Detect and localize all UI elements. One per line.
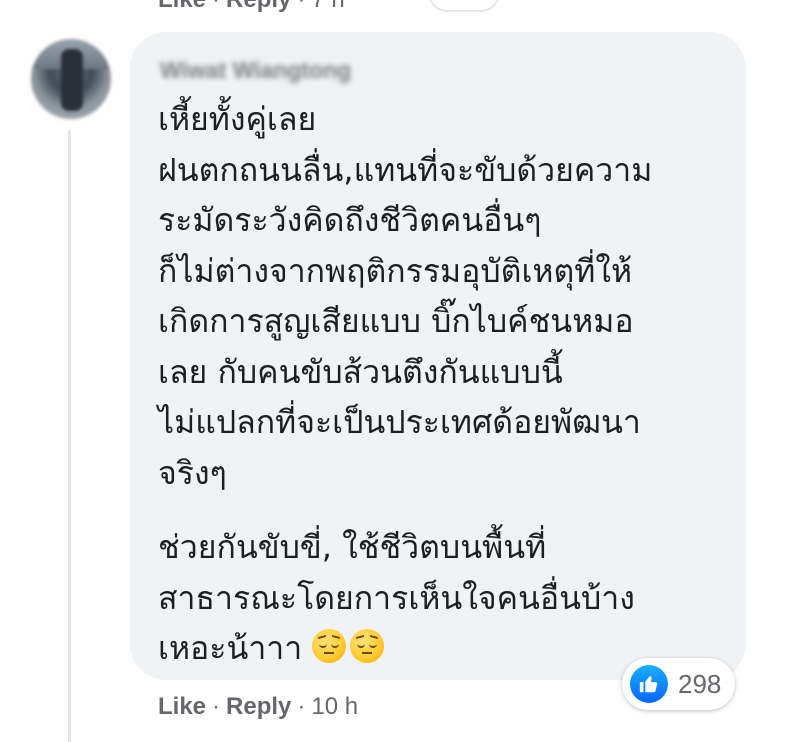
avatar[interactable]: [31, 39, 111, 119]
thumbs-up-icon: [639, 676, 658, 693]
comment-line: ก็ไม่ต่างจากพฤติกรรมอุบัติเหตุที่ให้: [158, 251, 633, 290]
comment-line: จริงๆ: [158, 453, 227, 492]
like-link[interactable]: Like: [158, 0, 206, 13]
pensive-face-icon: [312, 629, 347, 663]
thread-line: [68, 130, 71, 742]
reply-link[interactable]: Reply: [226, 693, 291, 720]
comment-line: สาธารณะโดยการเห็นใจคนอื่นบ้าง: [158, 578, 635, 617]
timestamp-link[interactable]: 10 h: [311, 693, 358, 720]
like-link[interactable]: Like: [158, 693, 206, 720]
pensive-face-icon: [350, 629, 385, 663]
separator: ·: [297, 693, 306, 720]
separator: ·: [212, 693, 221, 720]
comment-line: เกิดการสูญเสียแบบ บิ๊กไบค์ชนหมอ: [158, 302, 634, 340]
comment-actions: Like · Reply · 10 h: [158, 690, 358, 724]
comment-author[interactable]: Wiwat Wiangtong: [160, 55, 351, 85]
reaction-count: 298: [678, 668, 722, 699]
previous-comment-actions: Like·Reply·7 h: [158, 0, 345, 17]
like-icon: [630, 665, 668, 703]
comment-line: เหี้ยทั้งคู่เลย: [158, 100, 317, 138]
comment-thread: Like·Reply·7 h Wiwat Wiangtong เหี้ยทั้ง…: [0, 0, 800, 742]
separator: ·: [291, 0, 311, 13]
separator: ·: [206, 0, 226, 13]
reaction-summary[interactable]: 298: [622, 658, 736, 710]
previous-reaction-pill[interactable]: [428, 0, 500, 12]
comment-line: ไม่แปลกที่จะเป็นประเทศด้อยพัฒนา: [158, 403, 641, 441]
avatar-figure: [61, 49, 83, 111]
comment-line: ช่วยกันขับขี่, ใช้ชีวิตบนพื้นที่: [158, 528, 547, 566]
timestamp-link[interactable]: 7 h: [311, 0, 344, 13]
comment-line-text: เหอะน้าาา: [158, 629, 303, 667]
comment-line: ระมัดระวังคิดถึงชีวิตคนอื่นๆ: [158, 201, 542, 239]
reply-link[interactable]: Reply: [226, 0, 291, 13]
comment-line: เลย กับคนขับส้วนตึงกันแบบนี้: [158, 352, 563, 391]
comment-body: เหี้ยทั้งคู่เลย ฝนตกถนนลื่น,แทนที่จะขับด…: [158, 94, 738, 674]
comment-line: ฝนตกถนนลื่น,แทนที่จะขับด้วยความ: [158, 150, 653, 189]
